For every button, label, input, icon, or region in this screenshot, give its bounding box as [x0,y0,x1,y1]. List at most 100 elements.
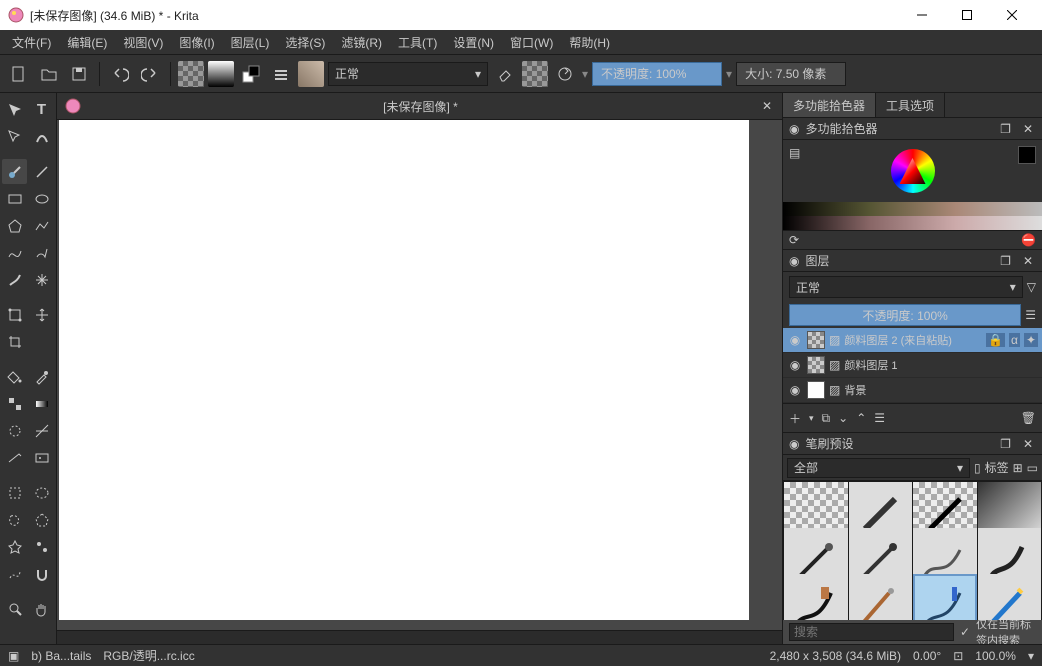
measure-tool[interactable] [2,445,27,470]
contiguous-select-tool[interactable] [2,534,27,559]
brush-preset[interactable] [849,574,913,620]
visibility-icon[interactable]: ◉ [787,358,803,372]
float-dock-button[interactable]: ❐ [997,254,1014,268]
layer-row[interactable]: ◉ ▨ 颜料图层 2 (来自粘贴) 🔒 α ✦ [783,328,1042,353]
refresh-icon[interactable]: ⟳ [789,233,799,247]
minimize-button[interactable] [899,0,944,30]
color-menu-icon[interactable]: ▤ [789,146,800,160]
brush-tag-combo[interactable]: 全部▾ [787,458,970,478]
close-dock-button[interactable]: ✕ [1020,437,1036,451]
horizontal-scrollbar[interactable] [57,630,782,644]
pattern-button[interactable] [178,61,204,87]
brush-search-input[interactable] [789,623,954,641]
line-tool[interactable] [29,159,54,184]
fill-tool[interactable] [2,364,27,389]
layer-menu-icon[interactable]: ☰ [1025,308,1036,322]
storage-icon[interactable]: ▭ [1027,461,1038,475]
multibrush-tool[interactable] [29,267,54,292]
add-layer-button[interactable]: ＋ [789,410,801,427]
color-history[interactable] [783,202,1042,230]
assistant-tool[interactable] [29,418,54,443]
brush-preset[interactable] [913,574,977,620]
menu-help[interactable]: 帮助(H) [561,31,618,54]
layer-blend-combo[interactable]: 正常▾ [789,276,1023,298]
polygon-tool[interactable] [2,213,27,238]
freehand-path-tool[interactable] [29,240,54,265]
opacity-slider[interactable]: 不透明度: 100% [592,62,722,86]
layer-name[interactable]: 背景 [844,382,1038,398]
transform-tool[interactable] [2,302,27,327]
maximize-button[interactable] [944,0,989,30]
zoom-fit-icon[interactable]: ⊡ [953,649,963,663]
edit-shapes-tool[interactable] [2,124,27,149]
brush-preset[interactable] [978,574,1042,620]
new-file-button[interactable] [6,61,32,87]
undo-button[interactable] [107,61,133,87]
menu-settings[interactable]: 设置(N) [445,31,502,54]
duplicate-layer-button[interactable]: ⧉ [822,411,831,426]
status-angle[interactable]: 0.00° [913,649,941,663]
dynamic-brush-tool[interactable] [2,267,27,292]
reload-brush-button[interactable] [552,61,578,87]
reference-tool[interactable] [29,445,54,470]
layer-props-button[interactable]: ☰ [874,411,885,425]
gradient-button[interactable] [208,61,234,87]
move-layer-tool[interactable] [29,302,54,327]
alpha-lock-button[interactable] [522,61,548,87]
layer-lock-icon[interactable]: 🔒 [986,333,1005,347]
float-dock-button[interactable]: ❐ [997,122,1014,136]
layer-row[interactable]: ◉ ▨ 背景 [783,378,1042,403]
brush-tool[interactable] [2,159,27,184]
layer-extra-icon[interactable]: ✦ [1024,333,1038,347]
move-up-button[interactable]: ⌃ [856,411,866,425]
menu-layer[interactable]: 图层(L) [223,31,278,54]
bookmark-icon[interactable]: ▯ [974,461,981,475]
menu-image[interactable]: 图像(I) [171,31,222,54]
gradient-tool[interactable] [29,391,54,416]
view-mode-icon[interactable]: ⊞ [1013,461,1023,475]
visibility-icon[interactable]: ◉ [787,333,803,347]
menu-filter[interactable]: 滤镜(R) [333,31,390,54]
close-dock-button[interactable]: ✕ [1020,122,1036,136]
color-selector[interactable]: ▤ [783,140,1042,230]
menu-file[interactable]: 文件(F) [4,31,59,54]
document-tab-close[interactable]: ✕ [752,99,782,113]
brush-preset-button[interactable] [298,61,324,87]
only-current-checkbox[interactable]: ✓ [960,625,970,639]
size-slider[interactable]: 大小: 7.50 像素 [736,62,846,86]
zoom-dropdown-icon[interactable]: ▾ [1028,649,1034,663]
smart-patch-tool[interactable] [2,418,27,443]
save-button[interactable] [66,61,92,87]
rectangle-tool[interactable] [2,186,27,211]
move-down-button[interactable]: ⌄ [838,411,848,425]
crop-tool[interactable] [2,329,27,354]
brush-settings-button[interactable] [268,61,294,87]
rect-select-tool[interactable] [2,480,27,505]
selection-mode-icon[interactable]: ▣ [8,649,19,663]
menu-window[interactable]: 窗口(W) [502,31,561,54]
freehand-select-tool[interactable] [2,507,27,532]
ellipse-tool[interactable] [29,186,54,211]
color-swap-button[interactable] [238,61,264,87]
menu-edit[interactable]: 编辑(E) [59,31,115,54]
pattern-edit-tool[interactable] [2,391,27,416]
visibility-icon[interactable]: ◉ [787,383,803,397]
similar-select-tool[interactable] [29,534,54,559]
eraser-mode-button[interactable] [492,61,518,87]
menu-tools[interactable]: 工具(T) [390,31,445,54]
calligraphy-tool[interactable] [29,124,54,149]
layer-name[interactable]: 颜料图层 2 (来自粘贴) [844,332,982,348]
canvas[interactable] [59,120,749,620]
color-wheel[interactable] [891,149,935,193]
layer-name[interactable]: 颜料图层 1 [844,357,1038,373]
dock-tab-color[interactable]: 多功能拾色器 [783,93,876,117]
color-picker-tool[interactable] [29,364,54,389]
filter-icon[interactable]: ▽ [1027,280,1036,294]
bezier-select-tool[interactable] [2,561,27,586]
delete-layer-button[interactable]: 🗑 [1021,411,1036,425]
move-tool[interactable] [2,97,27,122]
bezier-tool[interactable] [2,240,27,265]
menu-select[interactable]: 选择(S) [277,31,333,54]
layer-opacity-slider[interactable]: 不透明度: 100% [789,304,1021,326]
pan-tool[interactable] [29,596,54,621]
